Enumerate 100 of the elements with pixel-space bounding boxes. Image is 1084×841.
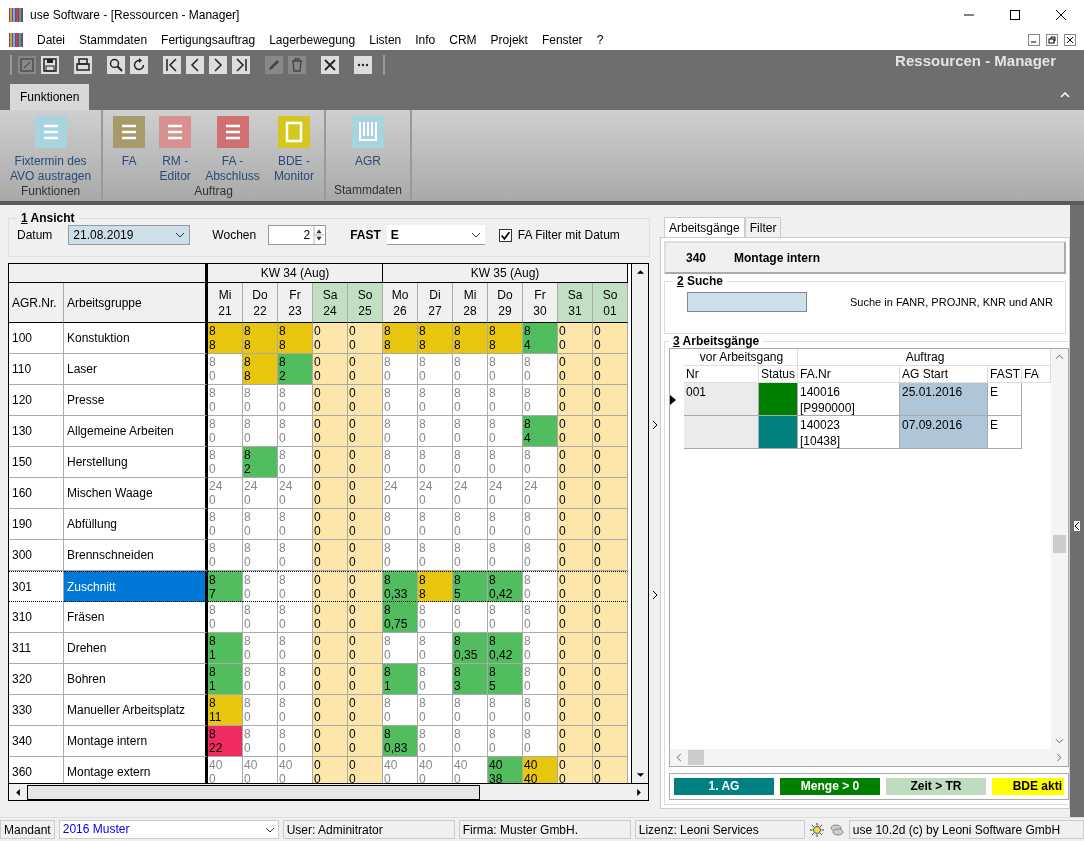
day-header: Mi 28 (453, 283, 488, 323)
client-dropdown[interactable]: 2016 Muster (58, 820, 279, 839)
table-cell[interactable]: Montage intern (64, 726, 208, 757)
capacity-cell: 0 0 (313, 757, 348, 783)
collapse-icon[interactable] (1060, 92, 1070, 98)
table-cell[interactable]: Drehen (64, 633, 208, 664)
capacity-cell: 8 0 (488, 509, 523, 540)
toolbar-button[interactable] (107, 56, 125, 74)
capacity-cell: 8 0 (383, 416, 418, 447)
menu-item[interactable]: CRM (442, 33, 484, 47)
toolbar-button[interactable] (354, 56, 372, 74)
expand-right-icon[interactable] (652, 590, 658, 600)
search-field[interactable] (687, 292, 807, 312)
ribbon-button[interactable]: FA - Abschluss (203, 116, 262, 184)
capacity-cell: 0 0 (348, 540, 383, 571)
table-cell[interactable]: Konstuktion (64, 323, 208, 354)
expand-left-icon[interactable] (1074, 521, 1080, 531)
capacity-cell: 24 0 (208, 478, 243, 509)
table-cell[interactable]: Mischen Waage (64, 478, 208, 509)
capacity-cell: 8 0 (523, 633, 558, 664)
ribbon-tab[interactable]: Funktionen (10, 84, 90, 110)
table-cell[interactable]: Brennschneiden (64, 540, 208, 571)
table-cell[interactable]: Manueller Arbeitsplatz (64, 695, 208, 726)
scrollbar-thumb[interactable] (688, 750, 704, 765)
table-cell[interactable]: Laser (64, 354, 208, 385)
scroll-left-icon[interactable] (15, 787, 21, 797)
capacity-cell: 8 8 (418, 571, 453, 602)
panel-tab[interactable]: Filter (744, 217, 782, 237)
capacity-cell: 8 5 (488, 664, 523, 695)
table-cell[interactable]: Fräsen (64, 602, 208, 633)
menu-item[interactable]: Info (408, 33, 443, 47)
scroll-down-icon[interactable] (635, 772, 645, 778)
menu-item[interactable]: Lagerbewegung (262, 33, 363, 47)
weeks-spinner[interactable]: 2 (268, 225, 327, 245)
capacity-cell: 8 0 (418, 633, 453, 664)
scrollbar-thumb[interactable] (1053, 535, 1066, 553)
capacity-cell: 8 0 (243, 602, 278, 633)
capacity-cell: 0 0 (348, 385, 383, 416)
toolbar-button[interactable] (321, 56, 339, 74)
expand-right-icon[interactable] (652, 420, 658, 430)
menu-item[interactable]: Listen (362, 33, 409, 47)
toolbar-button[interactable] (186, 56, 204, 74)
ribbon-button[interactable]: AGR (349, 116, 386, 183)
toolbar-button[interactable] (232, 56, 250, 74)
day-header: So 01 (593, 283, 628, 323)
fast-dropdown[interactable]: E (386, 225, 485, 245)
capacity-cell: 0 0 (593, 602, 628, 633)
menu-item[interactable]: Datei (30, 33, 72, 47)
panel-tab[interactable]: Arbeitsgänge (664, 217, 745, 237)
vertical-scrollbar[interactable] (1051, 349, 1068, 749)
menu-item[interactable]: Projekt (483, 33, 535, 47)
scrollbar-thumb[interactable] (27, 784, 480, 800)
scroll-up-icon[interactable] (635, 269, 645, 275)
toolbar-button[interactable] (74, 56, 92, 74)
menu-item[interactable]: Fertigungsauftrag (154, 33, 263, 47)
horizontal-scrollbar[interactable] (670, 749, 1068, 766)
table-cell[interactable]: Zuschnitt (64, 571, 208, 602)
capacity-cell: 24 0 (418, 478, 453, 509)
capacity-cell: 8 0 (453, 354, 488, 385)
table-cell[interactable]: Abfüllung (64, 509, 208, 540)
table-cell[interactable]: Herstellung (64, 447, 208, 478)
capacity-cell: 8 0 (383, 354, 418, 385)
capacity-cell: 8 0 (488, 602, 523, 633)
table-cell[interactable]: Bohren (64, 664, 208, 695)
capacity-cell: 8 0 (278, 726, 313, 757)
chevron-down-icon (175, 232, 186, 238)
capacity-cell: 8 5 (453, 571, 488, 602)
close-icon[interactable] (1056, 10, 1066, 20)
menu-item[interactable]: ? (589, 33, 611, 47)
checkbox[interactable] (498, 228, 512, 242)
capacity-cell: 8 0 (383, 540, 418, 571)
capacity-cell: 8 2 (278, 354, 313, 385)
restore-icon[interactable] (1046, 34, 1058, 46)
capacity-cell: 0 0 (558, 695, 593, 726)
table-cell[interactable]: Montage extern (64, 757, 208, 783)
table-cell[interactable]: Presse (64, 385, 208, 416)
ribbon-button[interactable]: RM - Editor (157, 116, 194, 184)
toolbar-button[interactable] (130, 56, 148, 74)
toolbar-button[interactable] (41, 56, 59, 74)
capacity-cell: 8 7 (208, 571, 243, 602)
horizontal-scrollbar[interactable] (9, 783, 648, 800)
capacity-cell: 0 0 (313, 478, 348, 509)
menu-item[interactable]: Fenster (534, 33, 590, 47)
toolbar-button[interactable] (163, 56, 181, 74)
vertical-scrollbar[interactable] (631, 264, 648, 783)
capacity-cell: 8 0 (453, 509, 488, 540)
close-icon[interactable] (1064, 34, 1076, 46)
maximize-icon[interactable] (1010, 10, 1020, 20)
capacity-cell: 0 0 (558, 602, 593, 633)
scroll-right-icon[interactable] (636, 787, 642, 797)
table-cell[interactable]: Allgemeine Arbeiten (64, 416, 208, 447)
date-dropdown[interactable]: 21.08.2019 (68, 225, 191, 245)
ribbon-button[interactable]: BDE - Monitor (271, 116, 316, 184)
capacity-cell: 24 0 (453, 478, 488, 509)
minimize-icon[interactable] (1028, 34, 1040, 46)
table-cell: 001 (684, 383, 759, 416)
ribbon-button[interactable]: FA (111, 116, 148, 184)
menu-item[interactable]: Stammdaten (72, 33, 155, 47)
ribbon-button[interactable]: Fixtermin des AVO austragen (8, 116, 94, 184)
toolbar-button[interactable] (209, 56, 227, 74)
